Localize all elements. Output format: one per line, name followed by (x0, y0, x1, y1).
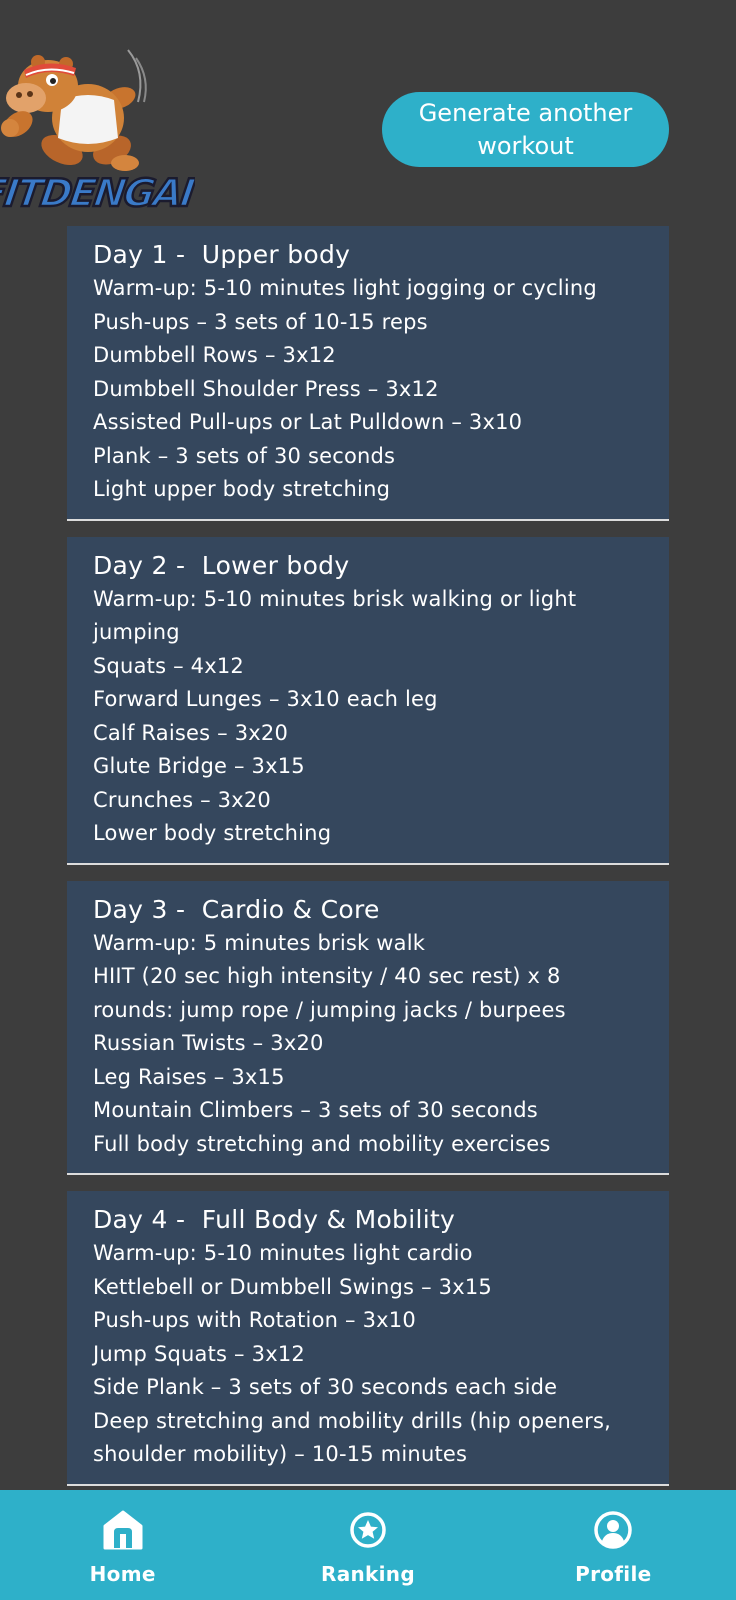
day-title-separator: - (167, 1205, 202, 1234)
nav-label-ranking: Ranking (321, 1562, 415, 1586)
day-title: Day 4 - Full Body & Mobility (93, 1203, 643, 1237)
exercise-item: Forward Lunges – 3x10 each leg (93, 687, 438, 711)
day-card: Day 3 - Cardio & Core Warm-up: 5 minutes… (67, 880, 669, 1175)
exercise-item: Crunches – 3x20 (93, 787, 271, 812)
exercise-item: Calf Raises – 3x20 (93, 720, 289, 745)
day-title-separator: - (167, 894, 202, 924)
logo-text: FITDENGAI (0, 172, 195, 216)
profile-icon (594, 1511, 633, 1549)
day-title-separator: - (167, 550, 202, 580)
exercise-item: Push-ups – 3 sets of 10-15 reps (93, 309, 428, 334)
day-focus: Cardio & Core (201, 894, 380, 924)
exercise-item: Warm-up: 5-10 minutes brisk walking or l… (93, 586, 577, 645)
nav-label-profile: Profile (575, 1562, 652, 1586)
exercise-item: Squats – 4x12 (93, 653, 244, 678)
exercise-item: Dumbbell Shoulder Press – 3x12 (93, 376, 439, 401)
day-number: Day 1 (93, 240, 168, 269)
exercise-item: Warm-up: 5-10 minutes light jogging or c… (93, 276, 597, 300)
exercise-item: Jump Squats – 3x12 (93, 1341, 305, 1366)
exercise-item: Warm-up: 5 minutes brisk walk (93, 930, 426, 955)
header: FITDENGAI Generate another workout (0, 0, 736, 222)
nav-item-home[interactable]: Home (23, 1490, 223, 1600)
exercise-item: Deep stretching and mobility drills (hip… (93, 1408, 611, 1467)
exercise-item: Dumbbell Rows – 3x12 (93, 343, 336, 367)
exercise-item: Russian Twists – 3x20 (93, 1031, 324, 1055)
home-icon (103, 1510, 143, 1550)
bottom-navigation: Home Ranking Profile (0, 1490, 736, 1600)
exercise-item: Leg Raises – 3x15 (93, 1064, 285, 1089)
app-logo: FITDENGAI (0, 28, 199, 218)
exercise-item: Plank – 3 sets of 30 seconds (93, 443, 396, 468)
exercise-item: Lower body stretching (93, 821, 332, 845)
exercise-item: HIIT (20 sec high intensity / 40 sec res… (93, 964, 566, 1022)
day-title: Day 1 - Upper body (93, 238, 643, 272)
nav-label-home: Home (89, 1562, 156, 1586)
hippo-mascot-logo: FITDENGAI (0, 49, 199, 217)
exercise-item: Push-ups with Rotation – 3x10 (93, 1308, 416, 1332)
day-title: Day 3 - Cardio & Core (93, 893, 643, 927)
day-card: Day 4 - Full Body & Mobility Warm-up: 5-… (67, 1191, 669, 1486)
exercise-item: Light upper body stretching (93, 477, 391, 501)
exercise-item: Mountain Climbers – 3 sets of 30 seconds (93, 1098, 538, 1122)
day-card: Day 2 - Lower body Warm-up: 5-10 minutes… (67, 536, 669, 865)
exercise-item: Kettlebell or Dumbbell Swings – 3x15 (93, 1274, 492, 1299)
day-card: Day 1 - Upper body Warm-up: 5-10 minutes… (67, 226, 669, 521)
workout-plan-list: Day 1 - Upper body Warm-up: 5-10 minutes… (67, 226, 669, 1502)
day-title: Day 2 - Lower body (93, 549, 643, 583)
day-number: Day 2 (93, 550, 168, 580)
exercise-item: Side Plank – 3 sets of 30 seconds each s… (93, 1375, 558, 1399)
nav-item-profile[interactable]: Profile (513, 1490, 713, 1600)
exercise-item: Assisted Pull-ups or Lat Pulldown – 3x10 (93, 410, 523, 434)
day-number: Day 4 (93, 1205, 168, 1234)
star-circle-icon (350, 1512, 386, 1548)
day-focus: Full Body & Mobility (201, 1205, 456, 1234)
exercise-item: Warm-up: 5-10 minutes light cardio (93, 1241, 473, 1265)
nav-item-ranking[interactable]: Ranking (268, 1490, 468, 1600)
day-focus: Lower body (201, 550, 350, 580)
generate-another-workout-button[interactable]: Generate another workout (382, 92, 669, 167)
day-number: Day 3 (93, 894, 168, 924)
exercise-item: Glute Bridge – 3x15 (93, 754, 305, 778)
day-title-separator: - (167, 240, 202, 269)
day-focus: Upper body (201, 240, 351, 269)
exercise-item: Full body stretching and mobility exerci… (93, 1131, 551, 1156)
